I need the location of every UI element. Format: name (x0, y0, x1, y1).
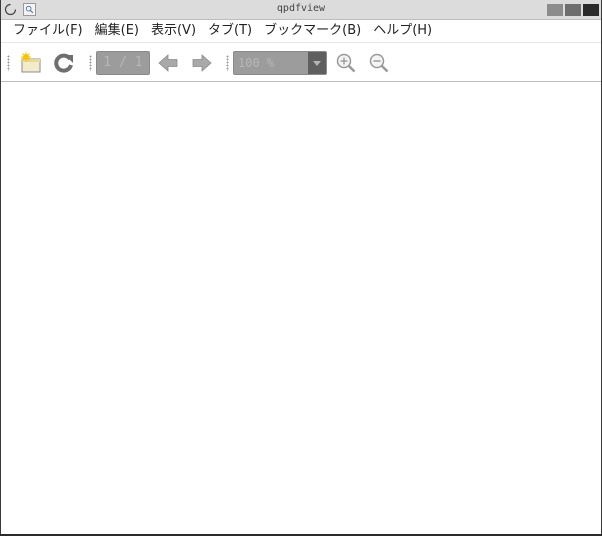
zoom-in-icon (336, 53, 356, 73)
minimize-button[interactable] (547, 4, 563, 16)
menu-file[interactable]: ファイル(F) (7, 20, 89, 42)
close-button[interactable] (583, 4, 599, 16)
menu-view[interactable]: 表示(V) (145, 20, 202, 42)
maximize-button[interactable] (565, 4, 581, 16)
zoom-in-button[interactable] (334, 52, 358, 74)
window-title: qpdfview (276, 3, 326, 14)
document-view[interactable] (1, 82, 601, 534)
title-bar: qpdfview (1, 0, 601, 20)
next-page-button[interactable] (190, 52, 214, 74)
refresh-button[interactable] (52, 52, 76, 74)
previous-page-icon (158, 54, 178, 72)
previous-page-button[interactable] (156, 52, 180, 74)
app-window: qpdfview ファイル(F) 編集(E) 表示(V) タブ(T) ブックマー… (0, 0, 602, 535)
zoom-value: 100 % (238, 56, 275, 70)
toolbar-handle[interactable] (89, 55, 92, 71)
menu-help[interactable]: ヘルプ(H) (367, 20, 438, 42)
zoom-out-icon (369, 53, 389, 73)
zoom-combobox[interactable]: 100 % (233, 51, 327, 75)
open-folder-icon (21, 52, 41, 73)
menu-bookmarks[interactable]: ブックマーク(B) (258, 20, 367, 42)
chevron-down-icon (313, 60, 321, 66)
menu-edit[interactable]: 編集(E) (89, 20, 145, 42)
open-button[interactable] (19, 52, 43, 74)
zoom-dropdown-button[interactable] (308, 52, 326, 74)
toolbar-handle[interactable] (226, 55, 229, 71)
page-number-input[interactable]: 1 / 1 (96, 51, 150, 75)
menu-tabs[interactable]: タブ(T) (202, 20, 258, 42)
zoom-out-button[interactable] (367, 52, 391, 74)
next-page-icon (192, 54, 212, 72)
window-controls (547, 4, 599, 16)
menu-bar: ファイル(F) 編集(E) 表示(V) タブ(T) ブックマーク(B) ヘルプ(… (1, 20, 601, 43)
refresh-icon (54, 53, 73, 73)
toolbar-handle[interactable] (7, 55, 10, 71)
